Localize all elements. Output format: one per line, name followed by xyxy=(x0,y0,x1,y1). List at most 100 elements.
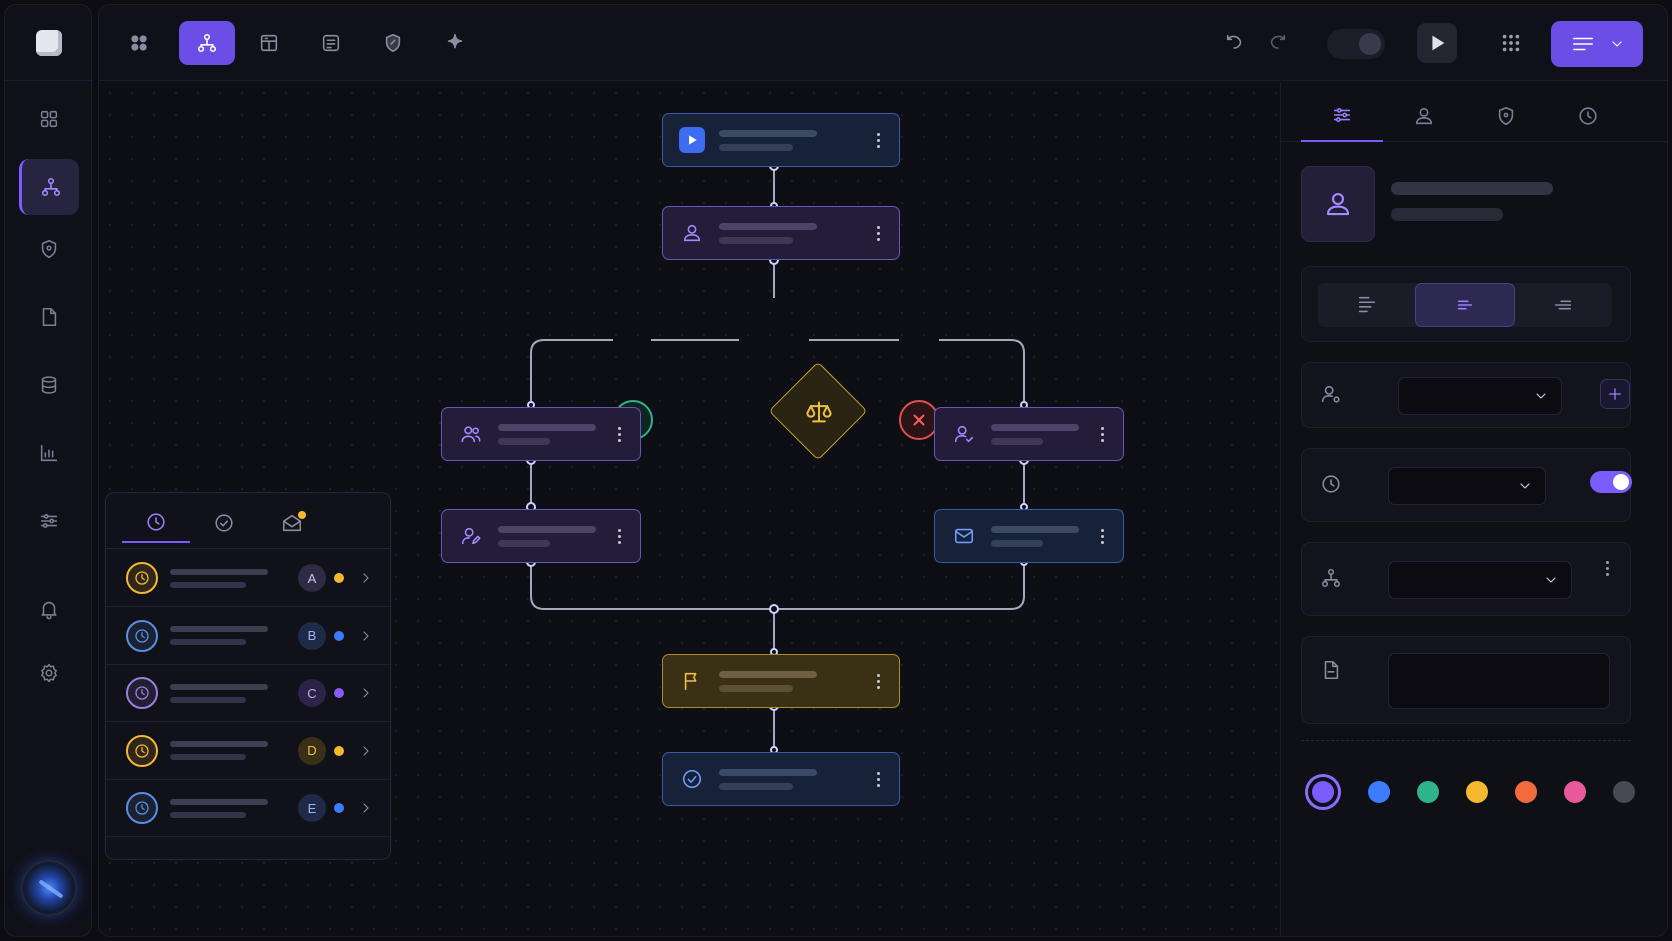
schedule-select[interactable] xyxy=(1388,467,1546,505)
align-right-button[interactable] xyxy=(1515,283,1612,327)
flow-node-notify[interactable] xyxy=(934,509,1124,563)
color-swatch[interactable] xyxy=(1305,774,1341,810)
row-placeholder-text xyxy=(170,626,298,645)
activity-row[interactable]: D xyxy=(106,723,392,780)
notes-field[interactable] xyxy=(1388,653,1610,709)
node-menu-button[interactable] xyxy=(871,132,885,148)
node-menu-button[interactable] xyxy=(871,225,885,241)
node-menu-button[interactable] xyxy=(612,426,626,442)
node-menu-button[interactable] xyxy=(1095,426,1109,442)
sidebar xyxy=(4,4,93,937)
route-select[interactable] xyxy=(1388,561,1572,599)
node-menu-button[interactable] xyxy=(1095,528,1109,544)
route-more-button[interactable] xyxy=(1602,561,1612,576)
app-logo[interactable] xyxy=(5,5,93,81)
user-avatar[interactable] xyxy=(21,860,77,916)
tab-assignee[interactable] xyxy=(1383,90,1465,142)
color-swatch[interactable] xyxy=(1613,781,1635,803)
undo-button[interactable] xyxy=(1219,21,1251,65)
check-circle-icon xyxy=(677,764,707,794)
sidebar-item-settings[interactable] xyxy=(19,645,79,701)
tab-permissions[interactable] xyxy=(1465,90,1547,142)
sidebar-item-security[interactable] xyxy=(19,221,79,277)
activity-row[interactable]: A xyxy=(106,550,392,607)
node-menu-button[interactable] xyxy=(871,673,885,689)
activity-row[interactable]: E xyxy=(106,780,392,837)
sidebar-item-analytics[interactable] xyxy=(19,425,79,481)
play-icon xyxy=(677,125,707,155)
tool-ai-button[interactable] xyxy=(427,21,483,65)
color-swatch[interactable] xyxy=(1564,781,1586,803)
clock-icon xyxy=(126,734,158,767)
document-icon xyxy=(1320,659,1342,681)
subtitle-placeholder xyxy=(1391,208,1503,221)
flow-canvas[interactable]: A B C D E xyxy=(99,82,1279,936)
sidebar-item-filters[interactable] xyxy=(19,493,79,549)
flow-node-assign[interactable] xyxy=(662,206,900,260)
flow-node-team-review[interactable] xyxy=(441,407,641,461)
tab-history[interactable] xyxy=(1547,90,1629,142)
tool-components-button[interactable] xyxy=(111,21,167,65)
run-button[interactable] xyxy=(1417,23,1457,63)
tool-templates-button[interactable] xyxy=(241,21,297,65)
status-dot xyxy=(334,573,344,583)
redo-button[interactable] xyxy=(1261,21,1293,65)
tool-flow-button[interactable] xyxy=(179,21,235,65)
tab-pending[interactable] xyxy=(122,503,190,543)
tool-rules-button[interactable] xyxy=(365,21,421,65)
sidebar-item-notifications[interactable] xyxy=(19,581,79,637)
sidebar-item-dashboard[interactable] xyxy=(19,91,79,147)
form-icon xyxy=(322,34,340,52)
align-left-icon xyxy=(1358,296,1375,313)
bell-icon xyxy=(41,601,57,620)
hierarchy-icon xyxy=(197,33,217,53)
sidebar-item-database[interactable] xyxy=(19,357,79,413)
node-placeholder-text xyxy=(991,423,1083,445)
color-swatch[interactable] xyxy=(1368,781,1390,803)
database-icon xyxy=(41,376,57,394)
sidebar-item-workflows[interactable] xyxy=(19,159,79,215)
toggle-knob xyxy=(1613,474,1629,490)
flow-node-complete[interactable] xyxy=(662,752,900,806)
apps-button[interactable] xyxy=(1491,23,1531,63)
theme-toggle[interactable] xyxy=(1327,29,1385,59)
redo-icon xyxy=(1270,34,1286,49)
flow-node-milestone[interactable] xyxy=(662,654,900,708)
tab-done[interactable] xyxy=(190,503,258,543)
activity-row[interactable]: B xyxy=(106,608,392,665)
chevron-right-icon xyxy=(363,630,369,641)
notes-card xyxy=(1301,636,1631,724)
align-left-button[interactable] xyxy=(1318,283,1415,327)
flow-node-approver[interactable] xyxy=(934,407,1124,461)
assignee-initial: E xyxy=(298,794,326,822)
node-placeholder-text xyxy=(991,525,1083,547)
schedule-toggle[interactable] xyxy=(1590,471,1632,493)
tab-inbox[interactable] xyxy=(258,503,326,543)
align-center-button[interactable] xyxy=(1415,283,1515,327)
title-placeholder xyxy=(1391,182,1553,195)
add-assignee-button[interactable] xyxy=(1600,379,1630,409)
status-dot xyxy=(334,745,344,756)
color-swatch[interactable] xyxy=(1515,781,1537,803)
flow-node-rework-owner[interactable] xyxy=(441,509,641,563)
node-menu-button[interactable] xyxy=(612,528,626,544)
grid-icon xyxy=(131,35,147,51)
color-swatch[interactable] xyxy=(1466,781,1488,803)
file-icon xyxy=(42,307,57,327)
sidebar-item-documents[interactable] xyxy=(19,289,79,345)
tab-properties[interactable] xyxy=(1301,90,1383,142)
undo-icon xyxy=(1226,34,1242,49)
tool-forms-button[interactable] xyxy=(303,21,359,65)
color-swatch[interactable] xyxy=(1417,781,1439,803)
assignee-select[interactable] xyxy=(1398,377,1562,415)
node-menu-button[interactable] xyxy=(871,771,885,787)
main-menu-button[interactable] xyxy=(1551,21,1643,67)
status-dot xyxy=(334,630,344,641)
activity-row[interactable]: C xyxy=(106,665,392,722)
flow-node-start[interactable] xyxy=(662,113,900,167)
user-icon xyxy=(677,218,707,248)
assignee-initial: A xyxy=(298,564,326,592)
row-placeholder-text xyxy=(170,741,298,760)
chevron-right-icon xyxy=(363,573,369,583)
branch-rejected-badge[interactable] xyxy=(899,400,939,440)
